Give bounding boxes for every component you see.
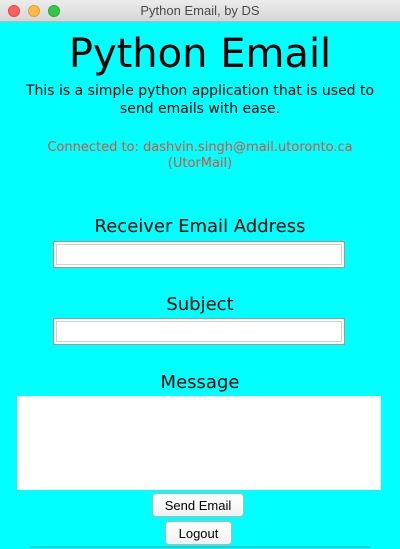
- connection-status-account: Connected to: dashvin.singh@mail.utoront…: [47, 140, 353, 155]
- window-title: Python Email, by DS: [140, 3, 260, 18]
- app-description: This is a simple python application that…: [25, 83, 375, 117]
- logout-button[interactable]: Logout: [165, 521, 232, 545]
- send-email-button[interactable]: Send Email: [152, 493, 244, 517]
- receiver-email-input[interactable]: [53, 241, 345, 268]
- connection-status: Connected to: dashvin.singh@mail.utoront…: [20, 140, 380, 172]
- receiver-label: Receiver Email Address: [94, 216, 306, 237]
- message-label: Message: [160, 372, 240, 393]
- message-textarea[interactable]: [17, 396, 381, 490]
- window-titlebar: Python Email, by DS: [0, 0, 400, 22]
- subject-label: Subject: [166, 294, 234, 315]
- app-title: Python Email: [68, 31, 332, 77]
- subject-input[interactable]: [53, 318, 345, 345]
- window-bottom-edge: [30, 545, 370, 549]
- connection-status-provider: (UtorMail): [167, 156, 233, 171]
